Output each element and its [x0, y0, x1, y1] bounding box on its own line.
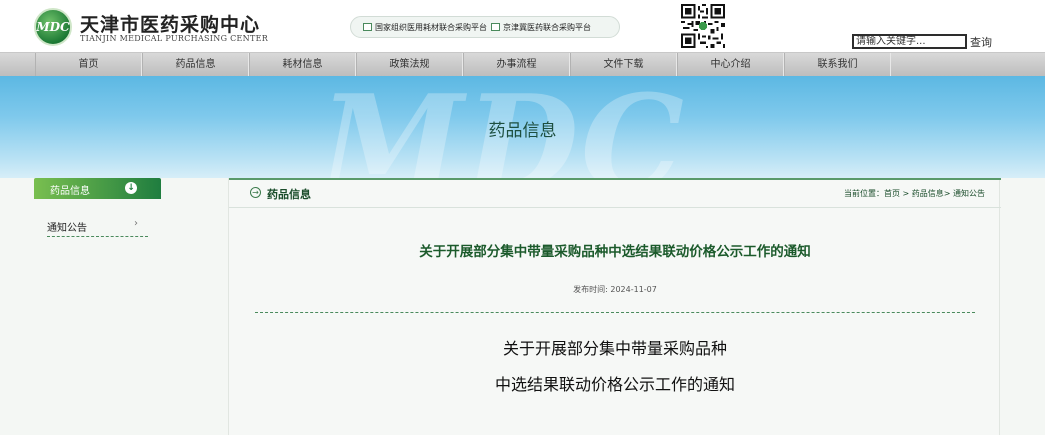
banner-title: 药品信息 [488, 121, 557, 141]
square-icon [363, 23, 372, 31]
main-nav: 首页 药品信息 耗材信息 政策法规 办事流程 文件下载 中心介绍 联系我们 [0, 52, 1045, 77]
body-title-line2: 中选结果联动价格公示工作的通知 [494, 375, 735, 394]
right-arrow-circle-icon: → [250, 187, 261, 198]
nav-item-downloads[interactable]: 文件下载 [570, 53, 677, 77]
logo-title-en: TIANJIN MEDICAL PURCHASING CENTER [80, 34, 269, 43]
nav-item-procedures[interactable]: 办事流程 [463, 53, 570, 77]
platform-links-box: 国家组织医用耗材联合采购平台 京津冀医药联合采购平台 [350, 16, 620, 38]
platform-link-national[interactable]: 国家组织医用耗材联合采购平台 [363, 22, 487, 33]
body-title-line1: 关于开展部分集中带量采购品种 [502, 339, 727, 358]
publish-time: 发布时间: 2024-11-07 [573, 285, 657, 294]
site-header: MDC 天津市医药采购中心 TIANJIN MEDICAL PURCHASING… [0, 0, 1045, 52]
chevron-right-icon: › [134, 218, 138, 229]
nav-item-drug-info[interactable]: 药品信息 [142, 53, 249, 77]
down-arrow-circle-icon: ↓ [125, 182, 137, 194]
qr-code-icon [681, 4, 725, 48]
platform-link-jingjinji[interactable]: 京津冀医药联合采购平台 [491, 22, 591, 33]
article-panel: → 药品信息 当前位置：首页 > 药品信息> 通知公告 关于开展部分集中带量采购… [228, 178, 1001, 435]
logo-title-cn[interactable]: 天津市医药采购中心 [80, 10, 260, 37]
search-input[interactable] [852, 34, 967, 49]
nav-item-home[interactable]: 首页 [35, 53, 142, 77]
nav-item-about[interactable]: 中心介绍 [677, 53, 784, 77]
sidebar-heading: 药品信息 ↓ [34, 178, 161, 199]
square-icon [491, 23, 500, 31]
logo-mark: MDC [36, 20, 70, 34]
sidebar-item-notices[interactable]: 通知公告 › [47, 215, 148, 237]
nav-item-contact[interactable]: 联系我们 [784, 53, 891, 77]
section-banner: MDC 药品信息 [0, 76, 1045, 178]
nav-item-policies[interactable]: 政策法规 [356, 53, 463, 77]
platform-link-label: 京津冀医药联合采购平台 [503, 22, 591, 32]
platform-link-label: 国家组织医用耗材联合采购平台 [375, 22, 487, 32]
panel-heading-label: 药品信息 [267, 188, 311, 201]
sidebar-item-label: 通知公告 [47, 223, 87, 234]
search-button[interactable]: 查询 [970, 34, 992, 50]
main-nav-items: 首页 药品信息 耗材信息 政策法规 办事流程 文件下载 中心介绍 联系我们 [35, 53, 891, 77]
sidebar-heading-label: 药品信息 [50, 186, 90, 197]
nav-item-consumables-info[interactable]: 耗材信息 [249, 53, 356, 77]
divider [255, 312, 975, 313]
panel-heading: → 药品信息 当前位置：首页 > 药品信息> 通知公告 [229, 180, 1001, 208]
breadcrumb[interactable]: 当前位置：首页 > 药品信息> 通知公告 [844, 188, 985, 199]
article-title: 关于开展部分集中带量采购品种中选结果联动价格公示工作的通知 [419, 244, 811, 260]
logo-icon[interactable]: MDC [34, 8, 72, 46]
